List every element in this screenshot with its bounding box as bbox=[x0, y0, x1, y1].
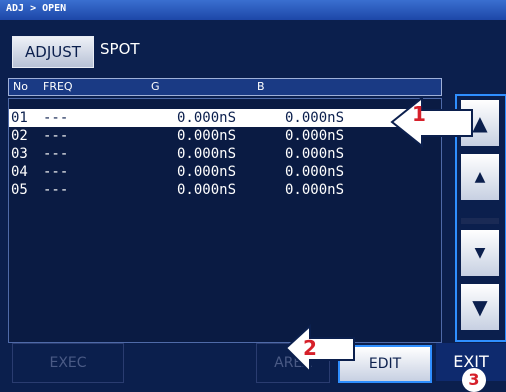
row-no: 04 bbox=[11, 164, 28, 180]
row-freq: --- bbox=[43, 146, 69, 162]
table-header: No FREQ G B bbox=[8, 78, 442, 96]
row-b: 0.000nS bbox=[285, 182, 345, 198]
table-row[interactable]: 03 --- 0.000nS 0.000nS bbox=[9, 145, 441, 163]
row-freq: --- bbox=[43, 164, 69, 180]
col-freq: FREQ bbox=[43, 80, 73, 93]
col-g: G bbox=[151, 80, 160, 93]
title-bar: ADJ > OPEN bbox=[0, 0, 506, 21]
row-b: 0.000nS bbox=[285, 164, 345, 180]
callout-arrow-1 bbox=[390, 95, 473, 149]
row-g: 0.000nS bbox=[177, 182, 237, 198]
row-freq: --- bbox=[43, 110, 69, 126]
row-no: 05 bbox=[11, 182, 28, 198]
screen-title: ADJ > OPEN bbox=[6, 3, 67, 14]
scroll-down-button[interactable]: ▼ bbox=[461, 230, 499, 276]
row-g: 0.000nS bbox=[177, 146, 237, 162]
row-g: 0.000nS bbox=[177, 128, 237, 144]
col-no: No bbox=[13, 80, 28, 93]
table-row[interactable]: 02 --- 0.000nS 0.000nS bbox=[9, 127, 441, 145]
row-no: 03 bbox=[11, 146, 28, 162]
callout-number-2: 2 bbox=[303, 336, 317, 360]
table-row[interactable]: 04 --- 0.000nS 0.000nS bbox=[9, 163, 441, 181]
spot-label: SPOT bbox=[100, 40, 140, 58]
table-row[interactable]: 01 --- 0.000nS 0.000nS bbox=[9, 109, 441, 127]
adjust-list[interactable]: 01 --- 0.000nS 0.000nS 02 --- 0.000nS 0.… bbox=[8, 98, 442, 343]
row-b: 0.000nS bbox=[285, 128, 345, 144]
col-b: B bbox=[257, 80, 265, 93]
row-b: 0.000nS bbox=[285, 110, 345, 126]
adjust-button[interactable]: ADJUST bbox=[12, 36, 94, 68]
exec-button[interactable]: EXEC bbox=[12, 343, 124, 383]
scroll-position-bar bbox=[461, 218, 499, 224]
table-row[interactable]: 05 --- 0.000nS 0.000nS bbox=[9, 181, 441, 199]
row-no: 01 bbox=[11, 110, 28, 126]
scroll-up-button[interactable]: ▲ bbox=[461, 154, 499, 200]
row-b: 0.000nS bbox=[285, 146, 345, 162]
callout-arrow-2 bbox=[284, 323, 355, 375]
callout-number-1: 1 bbox=[412, 102, 426, 126]
callout-number-3: 3 bbox=[462, 368, 486, 392]
scroll-bottom-button[interactable]: ▼ bbox=[461, 284, 499, 330]
row-g: 0.000nS bbox=[177, 164, 237, 180]
row-g: 0.000nS bbox=[177, 110, 237, 126]
row-freq: --- bbox=[43, 182, 69, 198]
row-no: 02 bbox=[11, 128, 28, 144]
row-freq: --- bbox=[43, 128, 69, 144]
